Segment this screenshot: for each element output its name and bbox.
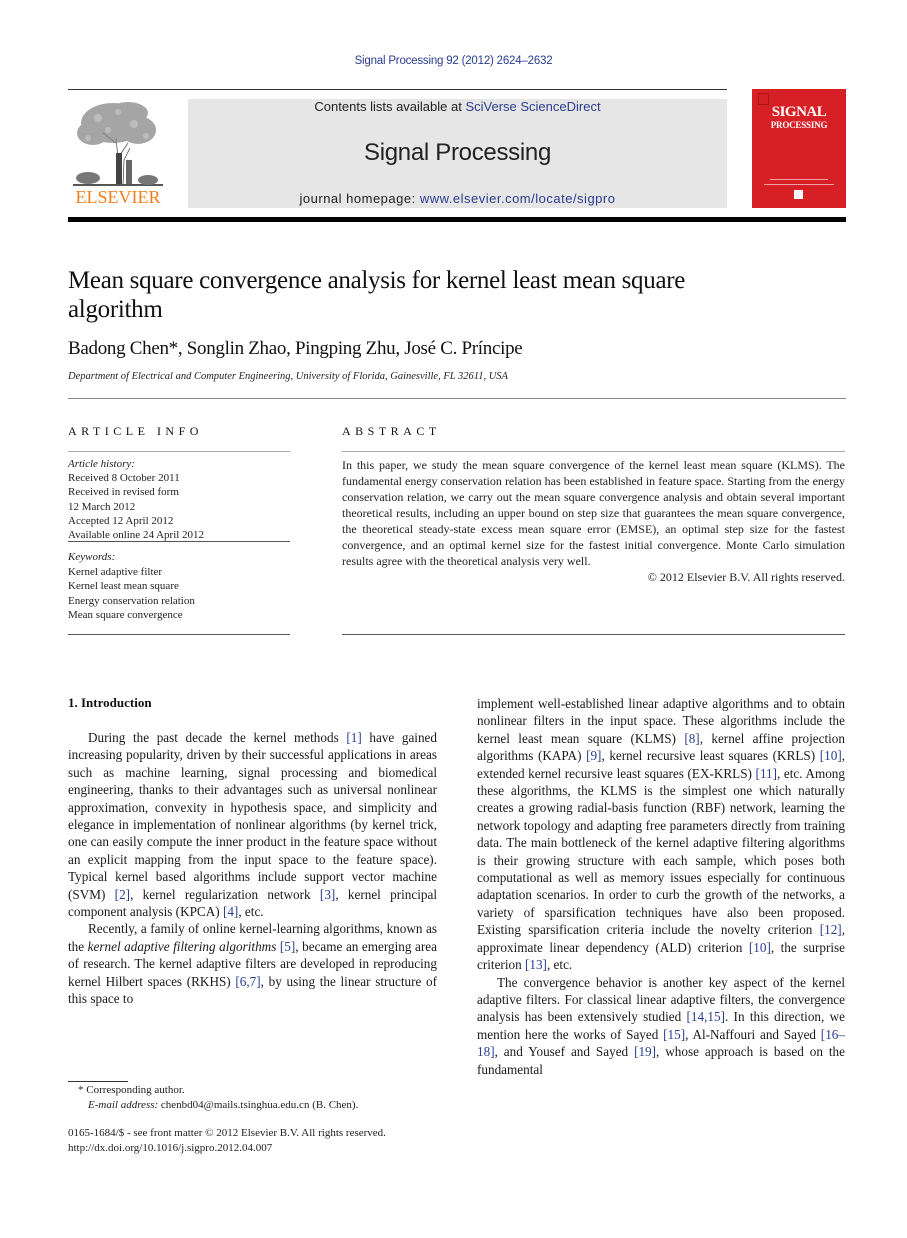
section-divider	[68, 398, 846, 399]
article-history: Article history: Received 8 October 2011…	[68, 457, 290, 542]
citation-link[interactable]: [8]	[684, 731, 699, 746]
citation-link[interactable]: [6,7]	[235, 974, 260, 989]
history-item: Received in revised form	[68, 486, 179, 499]
citation-link[interactable]: [12]	[820, 922, 842, 937]
paragraph: The convergence behavior is another key …	[477, 974, 845, 1077]
citation-link[interactable]: [13]	[525, 957, 547, 972]
paper-title: Mean square convergence analysis for ker…	[68, 267, 686, 323]
journal-homepage-link[interactable]: www.elsevier.com/locate/sigpro	[420, 191, 616, 206]
sciencedirect-link[interactable]: SciVerse ScienceDirect	[465, 99, 600, 114]
body-column-right: implement well-established linear adapti…	[477, 695, 845, 1078]
journal-cover-image[interactable]: SIGNAL PROCESSING	[752, 89, 846, 208]
citation-link[interactable]: [16–18]	[477, 1027, 845, 1059]
divider	[68, 541, 290, 542]
contents-prefix: Contents lists available at	[314, 99, 466, 114]
citation-link[interactable]: [4]	[223, 904, 238, 919]
citation-link[interactable]: [9]	[586, 748, 601, 763]
article-info-heading: Article Info	[68, 424, 203, 438]
history-item: Accepted 12 April 2012	[68, 514, 174, 527]
citation-link[interactable]: [10]	[820, 748, 842, 763]
abstract-heading: Abstract	[342, 424, 441, 438]
citation-link[interactable]: [3]	[320, 887, 335, 902]
elsevier-tree-icon	[73, 102, 163, 187]
contents-line: Contents lists available at SciVerse Sci…	[188, 99, 727, 114]
cover-elsevier-mini-logo	[758, 93, 769, 105]
author-list: Badong Chen*, Songlin Zhao, Pingping Zhu…	[68, 338, 523, 359]
email-label: E-mail address:	[88, 1099, 159, 1111]
journal-reference-link[interactable]: Signal Processing 92 (2012) 2624–2632	[0, 55, 907, 67]
cover-title: SIGNAL	[771, 104, 827, 120]
cover-decoration	[770, 179, 828, 180]
body-column-left: During the past decade the kernel method…	[68, 729, 437, 1008]
cover-decoration	[764, 184, 834, 185]
citation-link[interactable]: [2]	[115, 887, 130, 902]
footnote-rule	[68, 1081, 128, 1082]
cover-subtitle: PROCESSING	[770, 120, 828, 130]
keywords: Keywords: Kernel adaptive filter Kernel …	[68, 550, 290, 623]
citation-link[interactable]: [5]	[280, 939, 295, 954]
divider	[342, 634, 845, 635]
abstract-text: In this paper, we study the mean square …	[342, 458, 845, 568]
email-line: E-mail address: chenbd04@mails.tsinghua.…	[68, 1098, 358, 1113]
keyword-item: Mean square convergence	[68, 609, 183, 621]
paragraph: implement well-established linear adapti…	[477, 696, 846, 973]
doi-link[interactable]: http://dx.doi.org/10.1016/j.sigpro.2012.…	[68, 1141, 386, 1156]
issn-line: 0165-1684/$ - see front matter © 2012 El…	[68, 1127, 386, 1139]
emphasis-text: kernel adaptive filtering algorithms	[87, 938, 277, 954]
history-item: 12 March 2012	[68, 500, 136, 513]
history-label: Article history:	[68, 458, 135, 470]
paragraph: Recently, a family of online kernel-lear…	[68, 921, 437, 1007]
divider	[68, 451, 290, 452]
elsevier-logo[interactable]: ELSEVIER	[68, 98, 168, 208]
homepage-line: journal homepage: www.elsevier.com/locat…	[188, 191, 727, 206]
affiliation: Department of Electrical and Computer En…	[68, 371, 508, 382]
divider	[342, 451, 845, 452]
email-address[interactable]: chenbd04@mails.tsinghua.edu.cn (B. Chen)…	[158, 1099, 358, 1111]
copyright-notice: © 2012 Elsevier B.V. All rights reserved…	[647, 570, 845, 584]
journal-name: Signal Processing	[363, 139, 551, 166]
citation-link[interactable]: [19]	[634, 1044, 656, 1059]
cover-badge-icon	[794, 190, 803, 199]
abstract-body: In this paper, we study the mean square …	[342, 457, 845, 585]
issn-block: 0165-1684/$ - see front matter © 2012 El…	[68, 1126, 386, 1156]
header-rule	[68, 89, 727, 90]
paragraph: During the past decade the kernel method…	[68, 730, 438, 920]
history-item: Received 8 October 2011	[68, 472, 180, 485]
keywords-label: Keywords:	[68, 551, 116, 563]
journal-masthead: Contents lists available at SciVerse Sci…	[188, 99, 727, 208]
elsevier-wordmark: ELSEVIER	[75, 187, 161, 207]
section-heading-introduction: 1. Introduction	[68, 695, 152, 710]
divider	[68, 634, 290, 635]
header-thick-rule	[68, 217, 846, 222]
homepage-prefix: journal homepage:	[299, 191, 420, 206]
keyword-item: Kernel least mean square	[68, 580, 179, 592]
footnote: * Corresponding author. E-mail address: …	[68, 1083, 358, 1113]
keyword-item: Energy conservation relation	[68, 594, 195, 607]
corresponding-author-note: * Corresponding author.	[78, 1084, 185, 1096]
citation-link[interactable]: [1]	[346, 730, 361, 745]
citation-link[interactable]: [11]	[756, 766, 777, 781]
citation-link[interactable]: [14,15]	[687, 1009, 725, 1024]
citation-link[interactable]: [10]	[749, 940, 771, 955]
citation-link[interactable]: [15]	[663, 1027, 685, 1042]
keyword-item: Kernel adaptive filter	[68, 565, 163, 578]
